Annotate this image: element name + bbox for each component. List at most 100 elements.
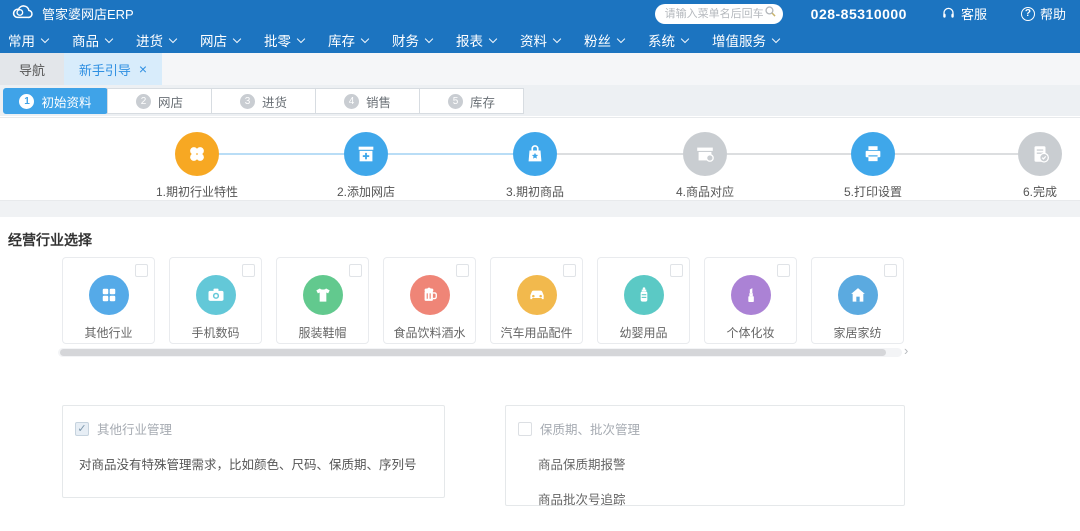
category-checkbox[interactable]: [670, 264, 683, 277]
category-label: 家居家纺: [833, 326, 882, 340]
other-industry-label: 其他行业管理: [97, 423, 173, 437]
app-title: 管家婆网店ERP: [42, 7, 134, 22]
other-industry-description: 对商品没有特殊管理需求，比如颜色、尺码、保质期、序列号: [79, 458, 417, 472]
shelf-life-checkbox[interactable]: [518, 421, 532, 436]
finish-doc-check-icon: [1018, 132, 1062, 176]
category-card-home-textiles[interactable]: 家居家纺: [811, 257, 904, 344]
category-checkbox[interactable]: [456, 264, 469, 277]
menu-item-wangdian[interactable]: 网店: [200, 30, 242, 50]
wizard-step-add-shop[interactable]: 2.添加网店: [286, 132, 446, 200]
shelf-life-label: 保质期、批次管理: [540, 423, 641, 437]
menu-item-ziliao[interactable]: 资料: [520, 30, 562, 50]
chevron-down-icon: [616, 34, 626, 43]
menu-item-fensi[interactable]: 粉丝: [584, 30, 626, 50]
category-label: 幼婴用品: [619, 326, 668, 340]
shelf-life-feature-2: 商品批次号追踪: [538, 493, 626, 507]
other-industry-checkbox[interactable]: ✓: [75, 421, 89, 436]
horizontal-scrollbar-track[interactable]: [58, 348, 902, 357]
search-input[interactable]: [664, 7, 764, 20]
category-card-personal-care[interactable]: 个体化妆: [704, 257, 797, 344]
tab-newbie-guide[interactable]: 新手引导 ×: [64, 53, 162, 85]
help-icon: ?: [1020, 6, 1035, 21]
help-button[interactable]: ? 帮助: [1020, 4, 1066, 23]
category-card-row: 其他行业 手机数码 服装鞋帽 食品饮料酒水 汽车用品配件 幼婴用品 个体化妆 家…: [62, 257, 904, 344]
menu-search-box[interactable]: [654, 3, 783, 24]
shelf-life-feature-1: 商品保质期报警: [538, 458, 626, 472]
category-card-apparel[interactable]: 服装鞋帽: [276, 257, 369, 344]
main-menu: 常用 商品 进货 网店 批零 库存 财务 报表 资料 粉丝 系统 增值服务: [0, 27, 1080, 53]
industry-traits-icon: [175, 132, 219, 176]
app-logo: 管家婆网店ERP: [10, 3, 134, 24]
close-icon[interactable]: ×: [139, 62, 147, 76]
scroll-right-arrow-icon[interactable]: ›: [904, 343, 908, 358]
menu-item-piling[interactable]: 批零: [264, 30, 306, 50]
tshirt-icon: [302, 275, 343, 315]
category-card-food-drinks[interactable]: 食品饮料酒水: [383, 257, 476, 344]
chevron-down-icon: [232, 34, 242, 43]
section-tab-initial-data[interactable]: 1 初始资料: [3, 88, 108, 114]
horizontal-scrollbar-thumb[interactable]: [60, 349, 886, 356]
menu-item-jinhuo[interactable]: 进货: [136, 30, 178, 50]
printer-icon: [851, 132, 895, 176]
customer-service-label: 客服: [960, 7, 987, 22]
category-checkbox[interactable]: [349, 264, 362, 277]
chevron-down-icon: [424, 34, 434, 43]
customer-service-button[interactable]: 客服: [941, 4, 987, 23]
step-number-badge: 5: [447, 93, 463, 109]
goods-mapping-icon: [683, 132, 727, 176]
cloud-logo-icon: [10, 3, 36, 24]
wizard-step-industry[interactable]: 1.期初行业特性: [117, 132, 277, 200]
wizard-stepper: 1.期初行业特性 2.添加网店 3.期初商品 4.商品对应 5.打印设置 6.完…: [0, 117, 1080, 201]
wizard-step-print-settings[interactable]: 5.打印设置: [793, 132, 953, 200]
category-card-baby-products[interactable]: 幼婴用品: [597, 257, 690, 344]
chevron-down-icon: [771, 34, 781, 43]
category-label: 汽车用品配件: [500, 326, 573, 340]
wizard-step-initial-goods[interactable]: 3.期初商品: [455, 132, 615, 200]
bottle-icon: [623, 275, 664, 315]
category-checkbox[interactable]: [135, 264, 148, 277]
step-number-badge: 2: [135, 93, 151, 109]
tab-navigation[interactable]: 导航: [0, 53, 64, 85]
category-card-phone-digital[interactable]: 手机数码: [169, 257, 262, 344]
wizard-step-goods-mapping[interactable]: 4.商品对应: [625, 132, 785, 200]
help-label: 帮助: [1039, 7, 1066, 22]
shelf-life-option-box: 保质期、批次管理 商品保质期报警 商品批次号追踪: [505, 405, 905, 507]
page-title: 经营行业选择: [8, 232, 92, 248]
category-card-auto-parts[interactable]: 汽车用品配件: [490, 257, 583, 344]
category-checkbox[interactable]: [777, 264, 790, 277]
chevron-down-icon: [168, 34, 178, 43]
camera-icon: [195, 275, 236, 315]
step-number-badge: 4: [343, 93, 359, 109]
chevron-down-icon: [360, 34, 370, 43]
menu-item-xitong[interactable]: 系统: [648, 30, 690, 50]
section-tab-purchase[interactable]: 3 进货: [211, 88, 316, 114]
menu-item-zengzhifuwu[interactable]: 增值服务: [712, 30, 781, 50]
category-checkbox[interactable]: [884, 264, 897, 277]
menu-item-baobiao[interactable]: 报表: [456, 30, 498, 50]
section-tab-sales[interactable]: 4 销售: [315, 88, 420, 114]
menu-item-kucun[interactable]: 库存: [328, 30, 370, 50]
category-checkbox[interactable]: [242, 264, 255, 277]
search-icon[interactable]: [764, 5, 777, 23]
workspace-tabbar: 导航 新手引导 ×: [0, 53, 1080, 85]
menu-item-caiwu[interactable]: 财务: [392, 30, 434, 50]
menu-item-changyong[interactable]: 常用: [8, 30, 50, 50]
headset-icon: [941, 5, 956, 23]
chevron-down-icon: [488, 34, 498, 43]
chevron-down-icon: [680, 34, 690, 43]
wizard-step-finish[interactable]: 6.完成: [960, 132, 1080, 200]
section-tab-inventory[interactable]: 5 库存: [419, 88, 524, 114]
menu-item-shangpin[interactable]: 商品: [72, 30, 114, 50]
category-label: 手机数码: [191, 326, 240, 340]
wizard-section-tabs: 1 初始资料 2 网店 3 进货 4 销售 5 库存: [0, 85, 1080, 116]
support-phone: 028-85310000: [810, 5, 907, 22]
step-number-badge: 1: [19, 93, 35, 109]
section-tab-shop[interactable]: 2 网店: [107, 88, 212, 114]
category-checkbox[interactable]: [563, 264, 576, 277]
top-header: 管家婆网店ERP 028-85310000 客服 ?: [0, 0, 1080, 53]
category-label: 食品饮料酒水: [393, 326, 466, 340]
home-icon: [837, 275, 878, 315]
category-card-other-industry[interactable]: 其他行业: [62, 257, 155, 344]
industry-selection-panel: 经营行业选择 其他行业 手机数码 服装鞋帽 食品饮料酒水 汽车用品配件 幼婴用品…: [0, 217, 1080, 531]
header-row: 管家婆网店ERP 028-85310000 客服 ?: [0, 0, 1080, 27]
